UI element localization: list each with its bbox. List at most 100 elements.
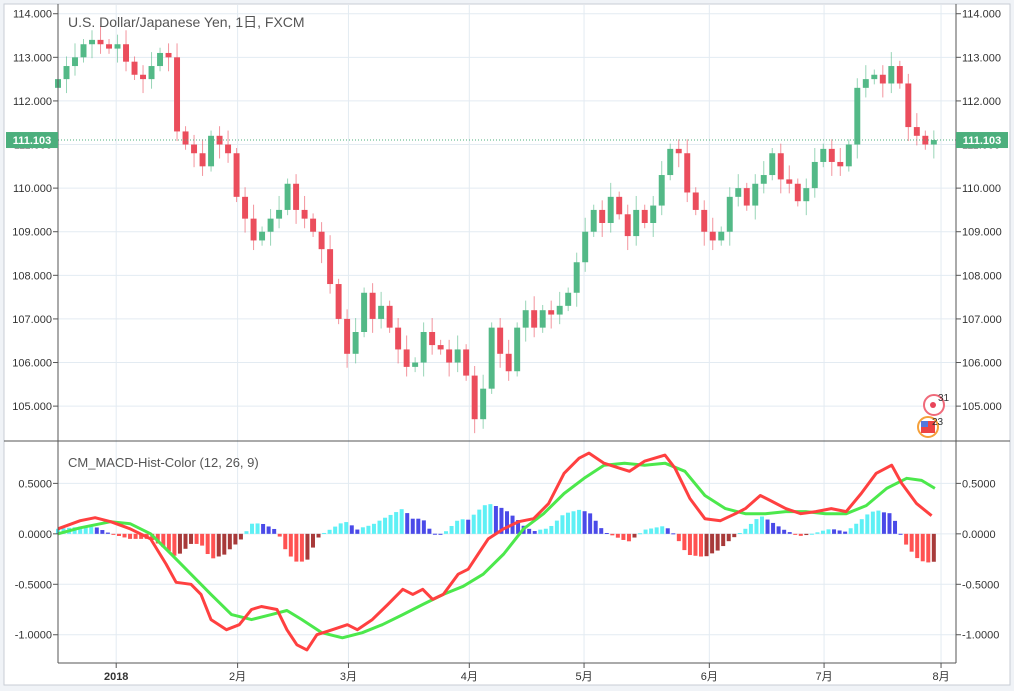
- histogram-bar: [820, 530, 825, 534]
- histogram-bar: [687, 533, 692, 556]
- candle: [514, 322, 521, 377]
- candle-body: [811, 161, 818, 189]
- candle: [233, 148, 240, 203]
- candle: [284, 178, 291, 216]
- candle-body: [607, 196, 614, 223]
- candle-body: [769, 153, 776, 176]
- histogram-bar: [804, 533, 809, 536]
- candle-body: [97, 39, 104, 45]
- candle-body: [913, 127, 920, 136]
- histogram-bar: [732, 533, 737, 538]
- histogram-bar: [893, 520, 898, 534]
- histogram-bar: [394, 512, 399, 534]
- histogram-bar: [288, 533, 293, 557]
- candle-body: [820, 148, 827, 162]
- candle-body: [250, 218, 257, 241]
- histogram-bar: [826, 529, 831, 534]
- histogram-bar: [133, 533, 138, 539]
- histogram-bar: [549, 525, 554, 534]
- candle-body: [403, 349, 410, 367]
- candle-body: [225, 144, 232, 154]
- histogram-bar: [577, 509, 582, 534]
- histogram-bar: [931, 533, 936, 562]
- candle: [463, 344, 470, 381]
- candle-body: [709, 231, 716, 241]
- candle-body: [446, 349, 453, 363]
- histogram-bar: [299, 533, 304, 562]
- histogram-bar: [283, 533, 288, 550]
- indicator-title[interactable]: CM_MACD-Hist-Color (12, 26, 9): [68, 455, 259, 470]
- candle-body: [786, 179, 793, 184]
- price-tick-label: 113.000: [13, 52, 52, 64]
- candle-body: [471, 375, 478, 420]
- last-price-label: 111.103: [963, 135, 1002, 147]
- candle-body: [157, 52, 164, 67]
- histogram-bar: [211, 533, 216, 559]
- candle-body: [267, 218, 274, 232]
- histogram-bar: [904, 533, 909, 545]
- histogram-bar: [787, 532, 792, 534]
- candle-body: [701, 209, 708, 232]
- chart-canvas[interactable]: 114.000 114.000 113.000 113.000 112.000 112.0…: [0, 0, 1014, 691]
- histogram-bar: [898, 533, 903, 535]
- histogram-bar: [920, 533, 925, 562]
- histogram-bar: [660, 526, 665, 534]
- histogram-bar: [649, 528, 654, 534]
- histogram-bar: [854, 523, 859, 534]
- histogram-bar: [865, 514, 870, 534]
- price-tick-label: 105.000: [962, 401, 1002, 413]
- candle-body: [760, 175, 767, 184]
- candle-body: [335, 284, 342, 319]
- candle-body: [624, 214, 631, 237]
- histogram-bar: [626, 533, 631, 542]
- candle-body: [930, 140, 937, 145]
- candle-body: [488, 327, 495, 389]
- candle-body: [174, 57, 181, 132]
- price-tick-label: 110.000: [13, 183, 52, 195]
- histogram-bar: [405, 513, 410, 534]
- histogram-bar: [782, 529, 787, 534]
- histogram-bar: [615, 533, 620, 538]
- histogram-bar: [449, 525, 454, 534]
- candle-body: [378, 305, 385, 319]
- candle: [667, 143, 674, 181]
- candle-body: [590, 209, 597, 232]
- candle-body: [361, 292, 368, 332]
- candle-body: [63, 66, 70, 80]
- histogram-bar: [737, 532, 742, 534]
- candle-body: [675, 148, 682, 154]
- candle-body: [199, 153, 206, 167]
- price-tick-label: 112.000: [13, 96, 52, 108]
- histogram-bar: [189, 533, 194, 544]
- candle-body: [539, 310, 546, 328]
- candle-body: [293, 183, 300, 210]
- histogram-bar: [632, 533, 637, 538]
- candle-body: [905, 83, 912, 128]
- time-tick-label: 3月: [340, 671, 357, 683]
- histogram-bar: [482, 505, 487, 534]
- candle-body: [658, 175, 665, 206]
- candle-body: [420, 332, 427, 363]
- histogram-bar: [699, 533, 704, 557]
- candle-body: [692, 192, 699, 210]
- histogram-bar: [244, 531, 249, 534]
- candle-body: [794, 183, 801, 202]
- price-tick-label: 109.000: [12, 227, 52, 239]
- candle-body: [114, 44, 121, 49]
- histogram-bar: [172, 533, 177, 556]
- histogram-bar: [715, 533, 720, 551]
- price-tick-label: 113.000: [962, 52, 1001, 64]
- histogram-bar: [399, 509, 404, 534]
- histogram-bar: [809, 533, 814, 535]
- time-tick-label: 7月: [816, 671, 833, 683]
- price-tick-label: 112.000: [962, 96, 1001, 108]
- candle-body: [148, 66, 155, 80]
- histogram-bar: [294, 533, 299, 562]
- histogram-bar: [216, 533, 221, 557]
- histogram-bar: [488, 504, 493, 534]
- candle-body: [752, 183, 759, 206]
- macd-tick-label: 0.0000: [18, 529, 52, 541]
- histogram-bar: [621, 533, 626, 540]
- histogram-bar: [238, 533, 243, 540]
- event-count-bottom: 23: [932, 417, 944, 428]
